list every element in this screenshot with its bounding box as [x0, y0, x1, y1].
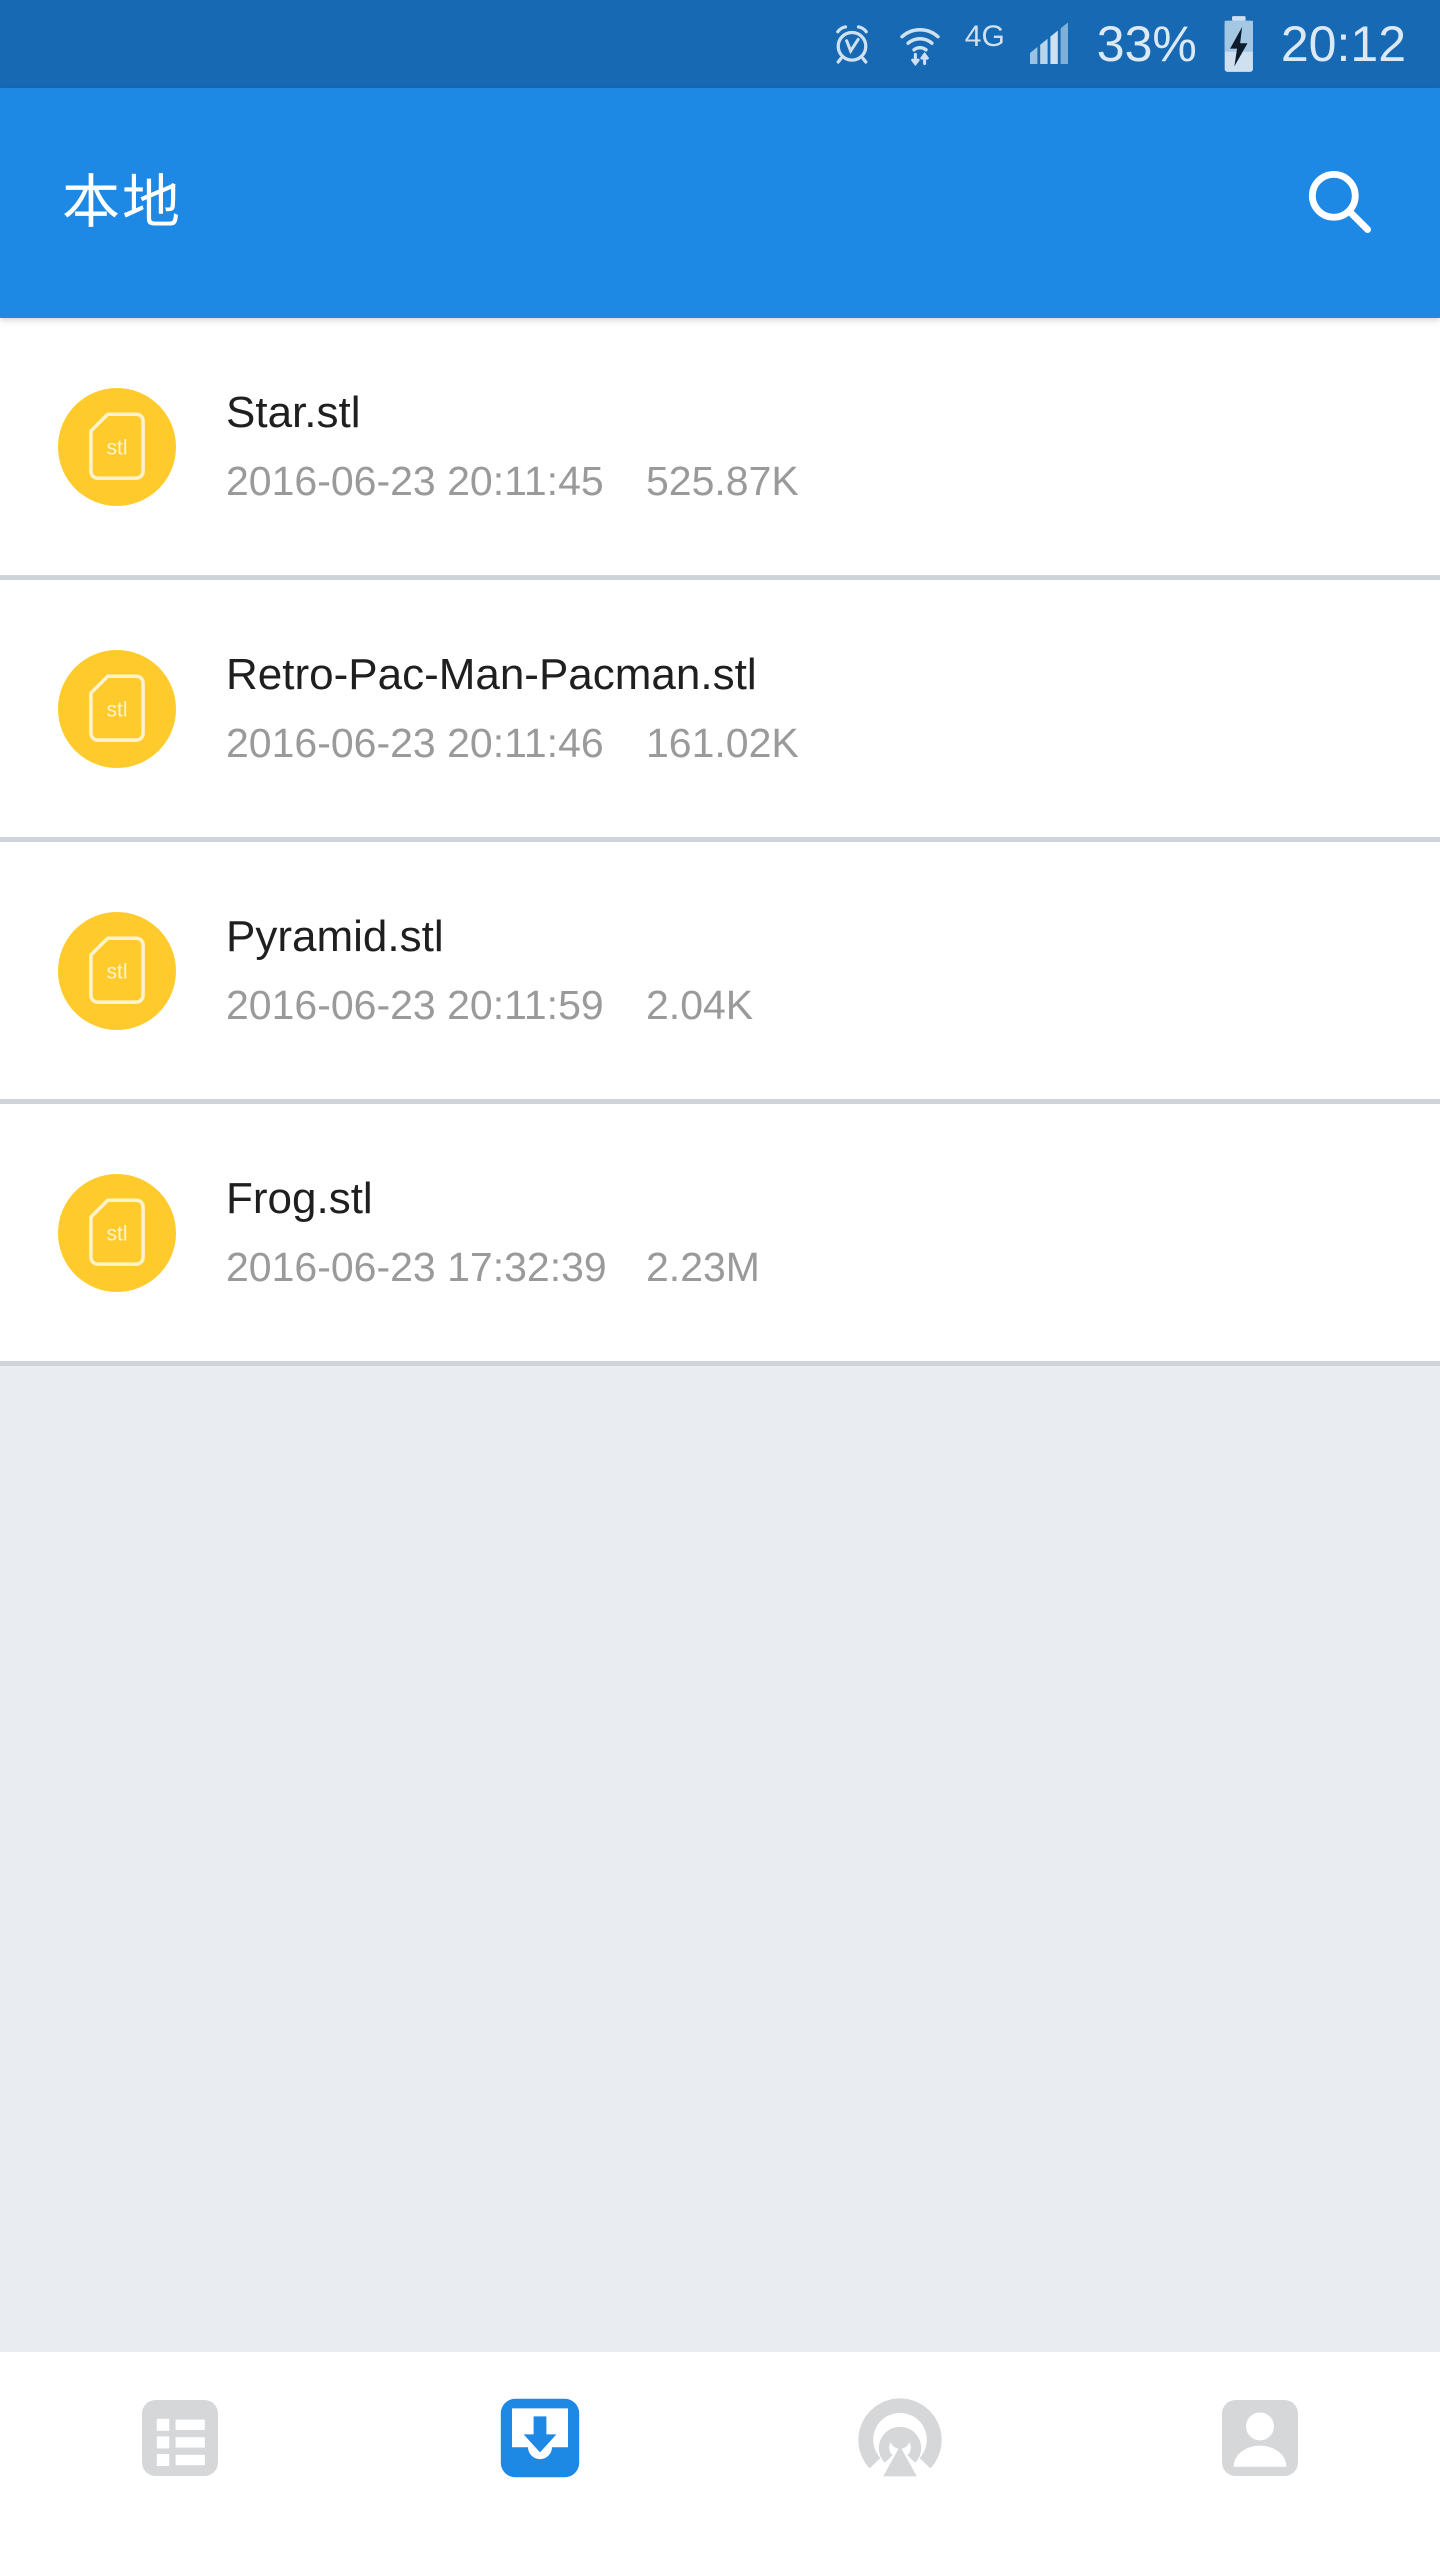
nav-tab-downloads[interactable]: [360, 2390, 720, 2520]
file-name: Star.stl: [226, 389, 361, 437]
file-name: Frog.stl: [226, 1175, 373, 1223]
file-date: 2016-06-23 20:11:59: [226, 982, 604, 1029]
file-subtitle: 2016-06-23 20:11:45 525.87K: [226, 460, 1400, 503]
file-date: 2016-06-23 17:32:39: [226, 1244, 607, 1291]
file-subtitle: 2016-06-23 20:11:46 161.02K: [226, 722, 1400, 765]
svg-text:stl: stl: [106, 960, 127, 983]
file-subtitle: 2016-06-23 20:11:59 2.04K: [226, 984, 1400, 1027]
svg-text:stl: stl: [106, 436, 127, 459]
file-name: Pyramid.stl: [226, 913, 444, 961]
stl-file-icon: stl: [58, 649, 176, 768]
battery-percent-label: 33%: [1096, 16, 1197, 72]
bottom-navigation-bar: [0, 2352, 1440, 2560]
stl-file-icon: stl: [58, 1173, 176, 1292]
file-meta: Star.stl 2016-06-23 20:11:45 525.87K: [226, 390, 1400, 503]
page-title: 本地: [62, 170, 183, 235]
file-size: 161.02K: [646, 720, 799, 767]
stl-file-icon: stl: [58, 911, 176, 1030]
svg-text:stl: stl: [106, 1222, 127, 1245]
wifi-icon: [897, 21, 943, 67]
file-meta: Retro-Pac-Man-Pacman.stl 2016-06-23 20:1…: [226, 652, 1400, 765]
list-icon: [132, 2390, 228, 2486]
download-inbox-icon: [492, 2390, 588, 2486]
file-meta: Pyramid.stl 2016-06-23 20:11:59 2.04K: [226, 914, 1400, 1027]
file-list-item[interactable]: stl Pyramid.stl 2016-06-23 20:11:59 2.04…: [0, 842, 1440, 1104]
file-name: Retro-Pac-Man-Pacman.stl: [226, 651, 757, 699]
file-list-item[interactable]: stl Retro-Pac-Man-Pacman.stl 2016-06-23 …: [0, 580, 1440, 842]
broadcast-icon: [852, 2390, 948, 2486]
stl-file-icon: stl: [58, 387, 176, 506]
profile-icon: [1212, 2390, 1308, 2486]
nav-tab-files[interactable]: [0, 2390, 360, 2520]
file-list-item[interactable]: stl Frog.stl 2016-06-23 17:32:39 2.23M: [0, 1104, 1440, 1366]
nav-tab-profile[interactable]: [1080, 2390, 1440, 2520]
file-list-item[interactable]: stl Star.stl 2016-06-23 20:11:45 525.87K: [0, 318, 1440, 580]
nav-tab-broadcast[interactable]: [720, 2390, 1080, 2520]
file-size: 2.04K: [646, 982, 754, 1029]
file-list: stl Star.stl 2016-06-23 20:11:45 525.87K…: [0, 318, 1440, 1366]
search-button[interactable]: [1284, 148, 1394, 258]
file-size: 2.23M: [646, 1244, 760, 1291]
battery-charging-icon: [1219, 15, 1259, 73]
search-icon: [1300, 162, 1378, 245]
alarm-icon: [829, 21, 875, 67]
app-bar: 本地: [0, 88, 1440, 318]
empty-list-area: [0, 1366, 1440, 2352]
network-type-label: 4G: [964, 20, 1005, 53]
status-bar-icons: 4G 33% 20:12: [829, 15, 1406, 73]
file-size: 525.87K: [646, 458, 799, 505]
file-date: 2016-06-23 20:11:46: [226, 720, 604, 767]
signal-bars-icon: [1027, 22, 1075, 66]
file-subtitle: 2016-06-23 17:32:39 2.23M: [226, 1246, 1400, 1289]
clock-time-label: 20:12: [1280, 16, 1406, 72]
status-bar: 4G 33% 20:12: [0, 0, 1440, 88]
file-meta: Frog.stl 2016-06-23 17:32:39 2.23M: [226, 1176, 1400, 1289]
svg-text:stl: stl: [106, 698, 127, 721]
file-date: 2016-06-23 20:11:45: [226, 458, 604, 505]
phone-screen: 4G 33% 20:12 本地 stl Star.stl 2016-06-23 …: [0, 0, 1440, 2560]
